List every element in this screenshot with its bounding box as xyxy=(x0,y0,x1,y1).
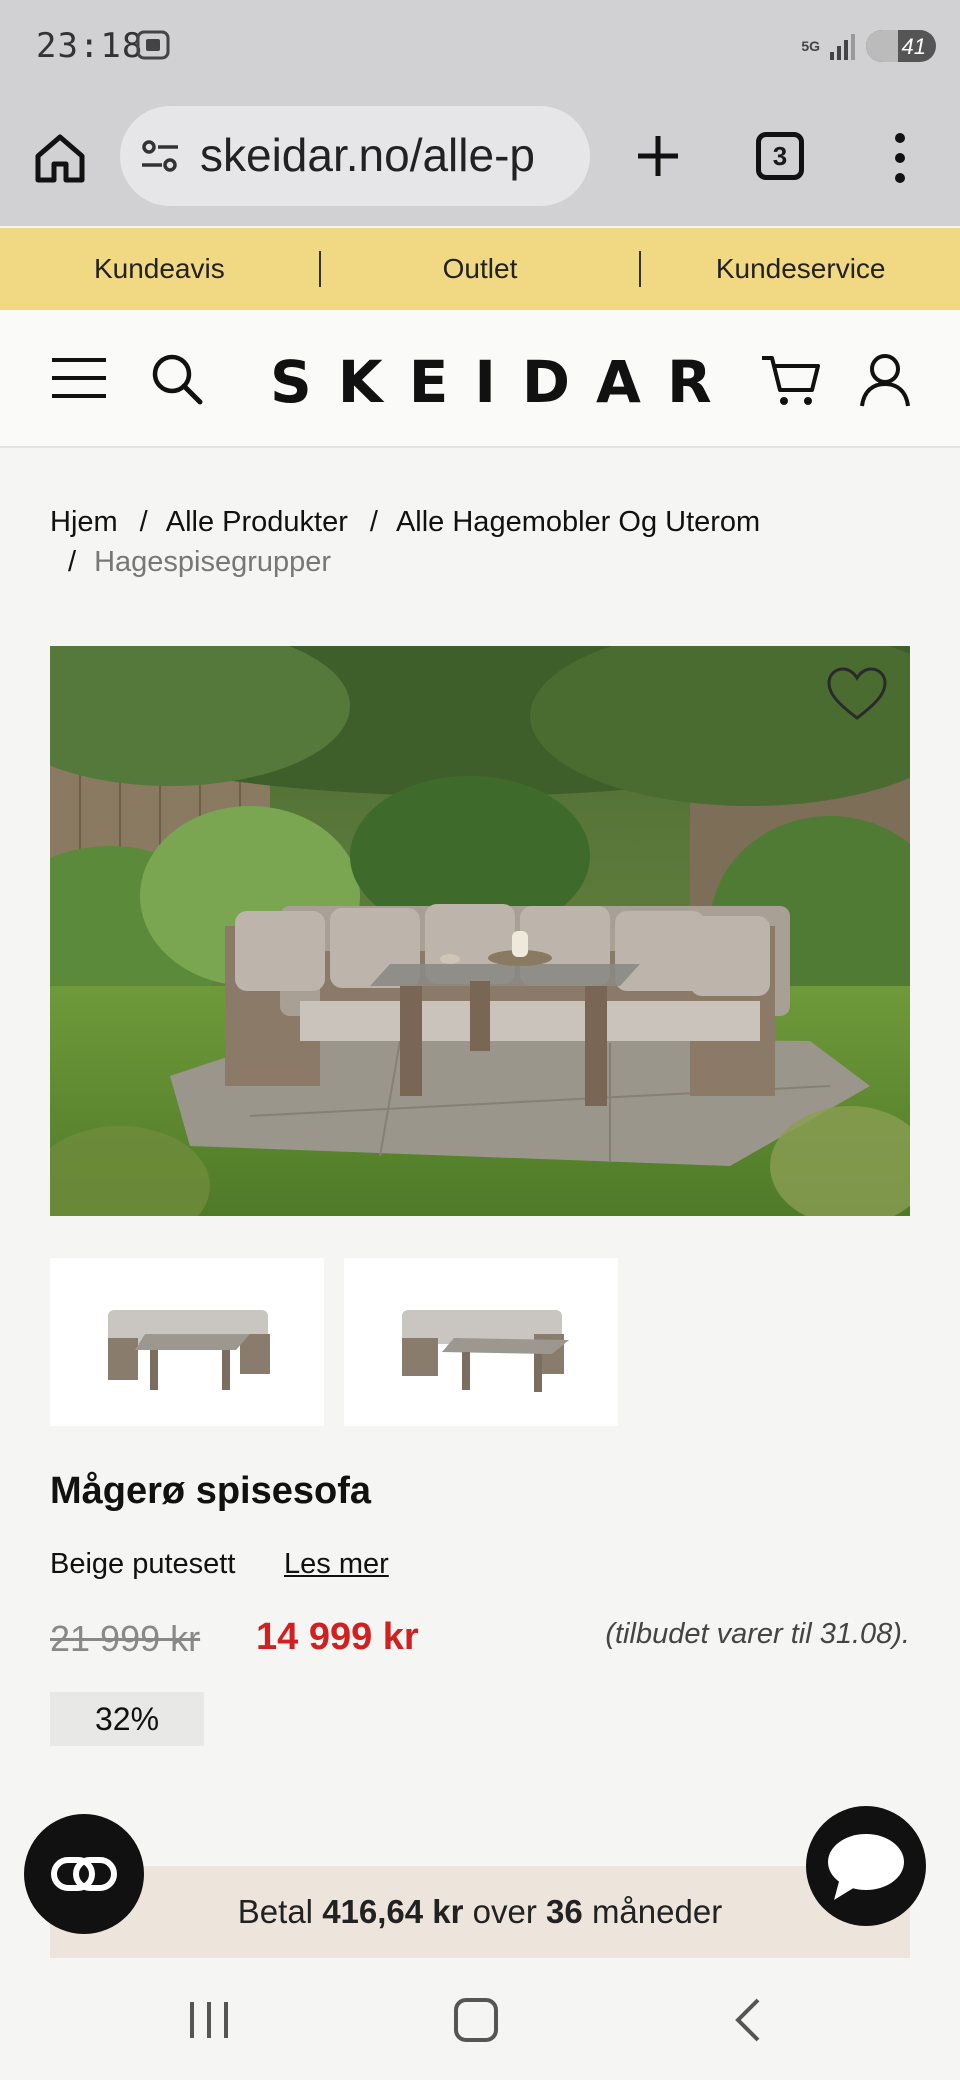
url-text: skeidar.no/alle-p xyxy=(200,129,535,181)
sale-price: 14 999 kr xyxy=(256,1616,419,1658)
battery-icon: 41 xyxy=(866,30,936,62)
discount-badge: 32% xyxy=(50,1692,204,1746)
promo-nav: Kundeavis Outlet Kundeservice xyxy=(0,228,960,310)
status-bar: 23:18 5G 41 xyxy=(0,0,960,90)
site-logo[interactable]: SKEIDAR xyxy=(270,348,712,416)
home-icon[interactable] xyxy=(30,128,90,188)
new-tab-icon[interactable] xyxy=(628,126,688,186)
installment-suffix: måneder xyxy=(591,1893,723,1930)
product-variant: Beige putesett xyxy=(50,1548,236,1580)
installment-middle: over xyxy=(472,1893,537,1930)
account-icon[interactable] xyxy=(858,352,912,408)
breadcrumb-current: Hagespisegrupper xyxy=(94,546,332,578)
site-settings-icon[interactable] xyxy=(140,138,180,174)
breadcrumb-alle-produkter[interactable]: Alle Produkter xyxy=(166,506,348,538)
breadcrumb: Hjem / Alle Produkter / Alle Hagemobler Og U… xyxy=(50,506,761,578)
back-icon[interactable] xyxy=(728,1996,768,2044)
more-menu-icon[interactable] xyxy=(880,130,920,186)
nav-kundeservice[interactable]: Kundeservice xyxy=(641,253,960,285)
cookie-settings-button[interactable] xyxy=(24,1814,144,1934)
installment-amount: 416,64 kr xyxy=(322,1893,464,1930)
recent-apps-icon[interactable] xyxy=(186,2000,232,2040)
breadcrumb-hagemobler[interactable]: Alle Hagemobler Og Uterom xyxy=(396,506,760,538)
installment-banner[interactable]: Betal 416,64 kr over 36 måneder xyxy=(50,1866,910,1958)
read-more-link[interactable]: Les mer xyxy=(284,1548,389,1581)
cart-icon[interactable] xyxy=(760,352,822,408)
address-bar[interactable]: skeidar.no/alle-p xyxy=(120,106,590,206)
product-title: Mågerø spisesofa xyxy=(50,1470,371,1512)
status-time: 23:18 xyxy=(36,26,144,66)
product-thumbnail[interactable] xyxy=(50,1258,324,1426)
screenshot-icon xyxy=(136,30,170,60)
menu-icon[interactable] xyxy=(50,356,108,400)
search-icon[interactable] xyxy=(150,352,204,406)
nav-kundeavis[interactable]: Kundeavis xyxy=(0,253,319,285)
offer-note: (tilbudet varer til 31.08). xyxy=(605,1618,910,1650)
battery-level: 41 xyxy=(901,34,926,59)
old-price: 21 999 kr xyxy=(50,1618,201,1659)
product-thumbnail[interactable] xyxy=(344,1258,618,1426)
installment-months: 36 xyxy=(546,1893,583,1930)
signal-icon xyxy=(830,34,855,60)
product-image[interactable] xyxy=(50,646,910,1216)
system-nav-bar xyxy=(0,1960,960,2080)
system-home-icon[interactable] xyxy=(454,1998,498,2042)
installment-prefix: Betal xyxy=(237,1893,314,1930)
chat-button[interactable] xyxy=(806,1806,926,1926)
breadcrumb-hjem[interactable]: Hjem xyxy=(50,506,118,538)
nav-outlet[interactable]: Outlet xyxy=(321,253,640,285)
browser-toolbar: skeidar.no/alle-p 3 xyxy=(0,90,960,226)
tab-switcher-button[interactable]: 3 xyxy=(756,132,804,180)
cookie-settings-icon xyxy=(51,1857,117,1891)
site-header: SKEIDAR xyxy=(0,310,960,448)
network-label: 5G xyxy=(801,38,820,54)
status-icons: 5G 41 xyxy=(801,26,936,66)
favorite-heart-icon[interactable] xyxy=(826,666,888,722)
chat-icon xyxy=(828,1834,904,1900)
